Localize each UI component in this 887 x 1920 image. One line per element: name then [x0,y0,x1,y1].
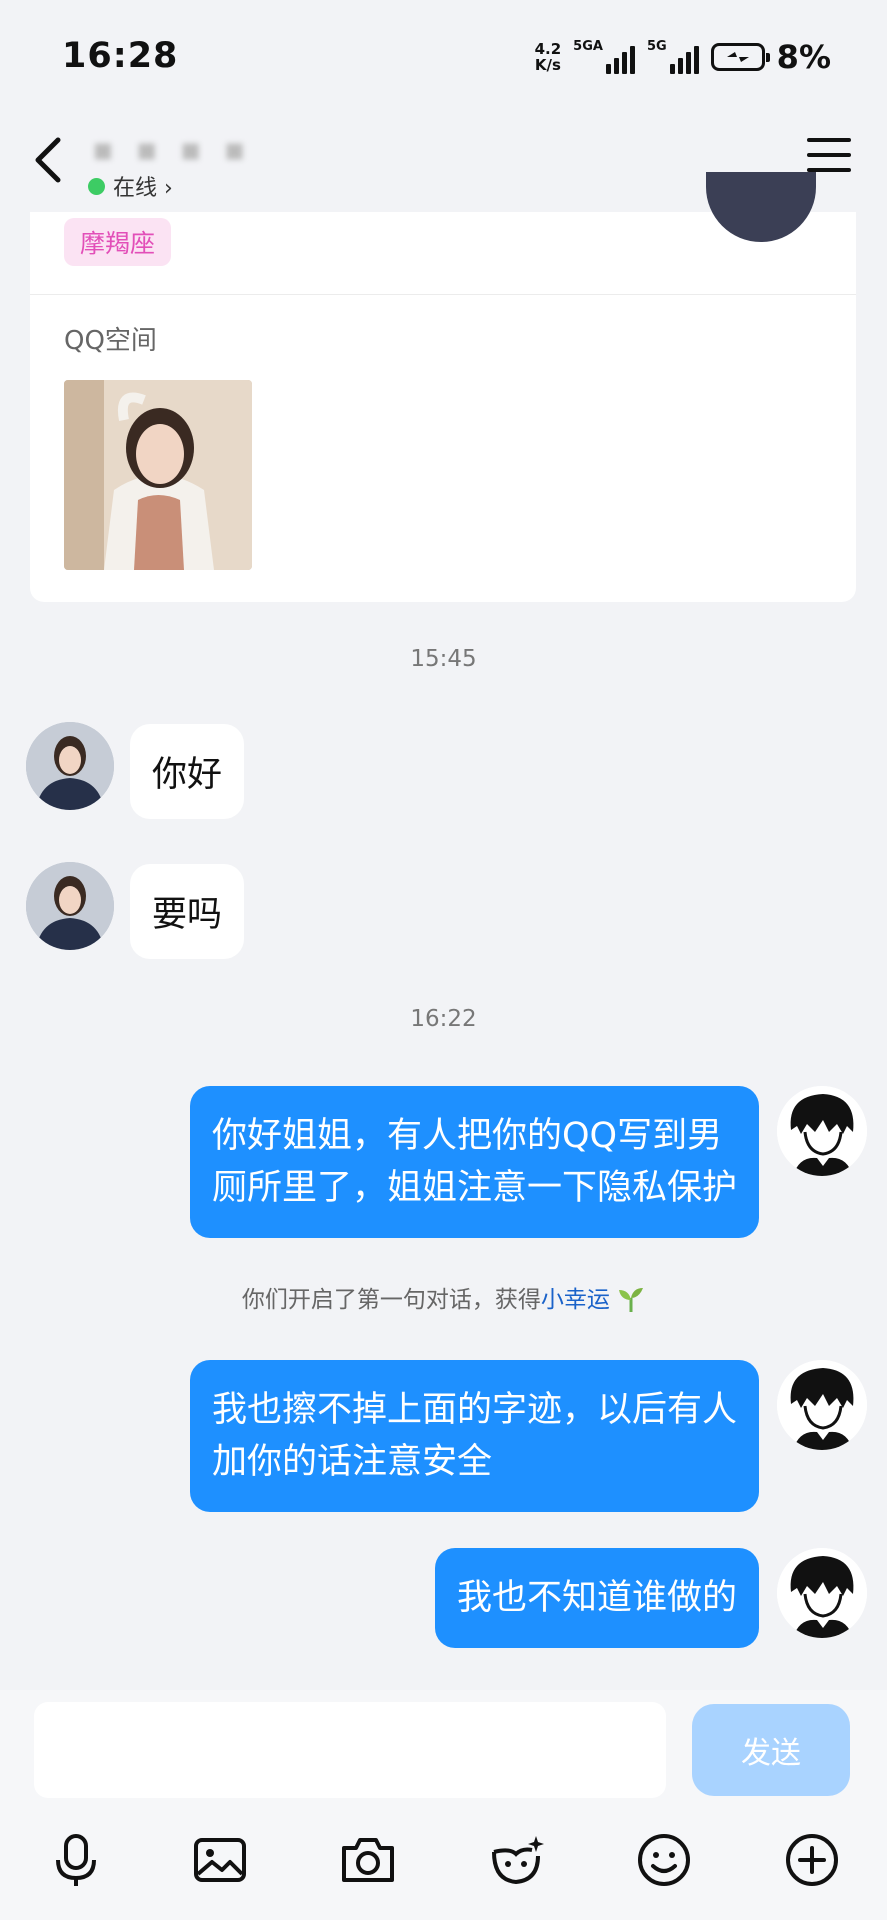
online-status-label: 在线 › [113,176,173,201]
zodiac-tag: 摩羯座 [64,218,172,266]
timestamp: 16:22 [410,1006,477,1032]
message-bubble[interactable]: 你好姐姐，有人把你的QQ写到男 厕所里了，姐姐注意一下隐私保护 [189,1086,759,1238]
hamburger-icon [807,138,851,142]
message-line: 我也擦不掉上面的字迹，以后有人 [211,1390,737,1430]
contact-avatar[interactable] [26,722,114,810]
status-time: 16:28 [62,36,179,76]
chat-screen: 16:28 4.2 K/s 5GA 5G 8% ▪ ▪ ▪ ▪ 在线 › 摩羯座… [0,0,887,1920]
battery-icon [710,43,770,71]
my-avatar[interactable] [777,1086,867,1176]
message-incoming: 要吗 [26,862,245,959]
signal-5ga-label: 5GA [573,39,603,54]
send-button[interactable]: 发送 [692,1704,850,1796]
status-bar: 16:28 4.2 K/s 5GA 5G 8% [0,0,887,112]
message-line: 你好姐姐，有人把你的QQ写到男 [211,1116,723,1156]
system-note-text: 你们开启了第一句对话，获得 [241,1287,541,1313]
lucky-link[interactable]: 小幸运 [541,1287,610,1313]
picture-icon [194,1838,246,1882]
input-toolbar [0,1830,887,1900]
battery-percent: 8% [776,38,831,76]
signal-5ga-icon: 5GA [573,40,635,74]
my-avatar[interactable] [777,1360,867,1450]
qzone-photo[interactable] [64,380,252,570]
message-bubble[interactable]: 我也不知道谁做的 [434,1548,759,1648]
qzone-title[interactable]: QQ空间 [64,320,157,357]
emoji-icon [638,1834,690,1886]
network-speed-value: 4.2 [534,40,562,58]
more-button[interactable] [782,1830,842,1890]
online-status[interactable]: 在线 › [88,170,173,202]
input-bar: 发送 [0,1690,887,1920]
network-speed-unit: K/s [534,56,561,74]
message-outgoing: 我也擦不掉上面的字迹，以后有人 加你的话注意安全 [189,1360,867,1512]
timestamp: 15:45 [410,646,477,672]
message-line: 厕所里了，姐姐注意一下隐私保护 [211,1168,737,1208]
message-input[interactable] [34,1702,666,1798]
system-note: 你们开启了第一句对话，获得小幸运 [0,1280,887,1314]
camera-button[interactable] [338,1830,398,1890]
menu-button[interactable] [807,138,851,176]
message-bubble[interactable]: 要吗 [130,864,245,959]
contact-name[interactable]: ▪ ▪ ▪ ▪ [92,130,251,168]
message-bubble[interactable]: 你好 [130,724,245,819]
contact-avatar[interactable] [26,862,114,950]
message-outgoing: 我也不知道谁做的 [434,1548,867,1648]
sprout-icon [619,1288,644,1312]
signal-5g-label: 5G [646,39,667,54]
microphone-icon [56,1834,96,1886]
back-button[interactable] [28,130,68,190]
message-line: 加你的话注意安全 [211,1442,492,1482]
plus-icon [786,1834,838,1886]
camera-icon [342,1838,394,1882]
my-avatar[interactable] [777,1548,867,1638]
message-bubble[interactable]: 我也擦不掉上面的字迹，以后有人 加你的话注意安全 [189,1360,759,1512]
profile-card: 摩羯座 QQ空间 [30,172,856,602]
message-outgoing: 你好姐姐，有人把你的QQ写到男 厕所里了，姐姐注意一下隐私保护 [189,1086,867,1238]
photo-button[interactable] [190,1830,250,1890]
voice-button[interactable] [46,1830,106,1890]
profile-avatar[interactable] [706,172,816,242]
network-speed: 4.2 K/s [535,41,562,73]
message-incoming: 你好 [26,722,245,819]
status-indicators: 4.2 K/s 5GA 5G 8% [535,38,831,76]
signal-5g-icon: 5G [647,40,699,74]
emoji-button[interactable] [634,1830,694,1890]
sticker-icon [492,1836,544,1885]
chevron-left-icon [35,137,61,183]
online-dot-icon [88,177,105,195]
sticker-button[interactable] [486,1830,546,1890]
divider [30,294,856,295]
